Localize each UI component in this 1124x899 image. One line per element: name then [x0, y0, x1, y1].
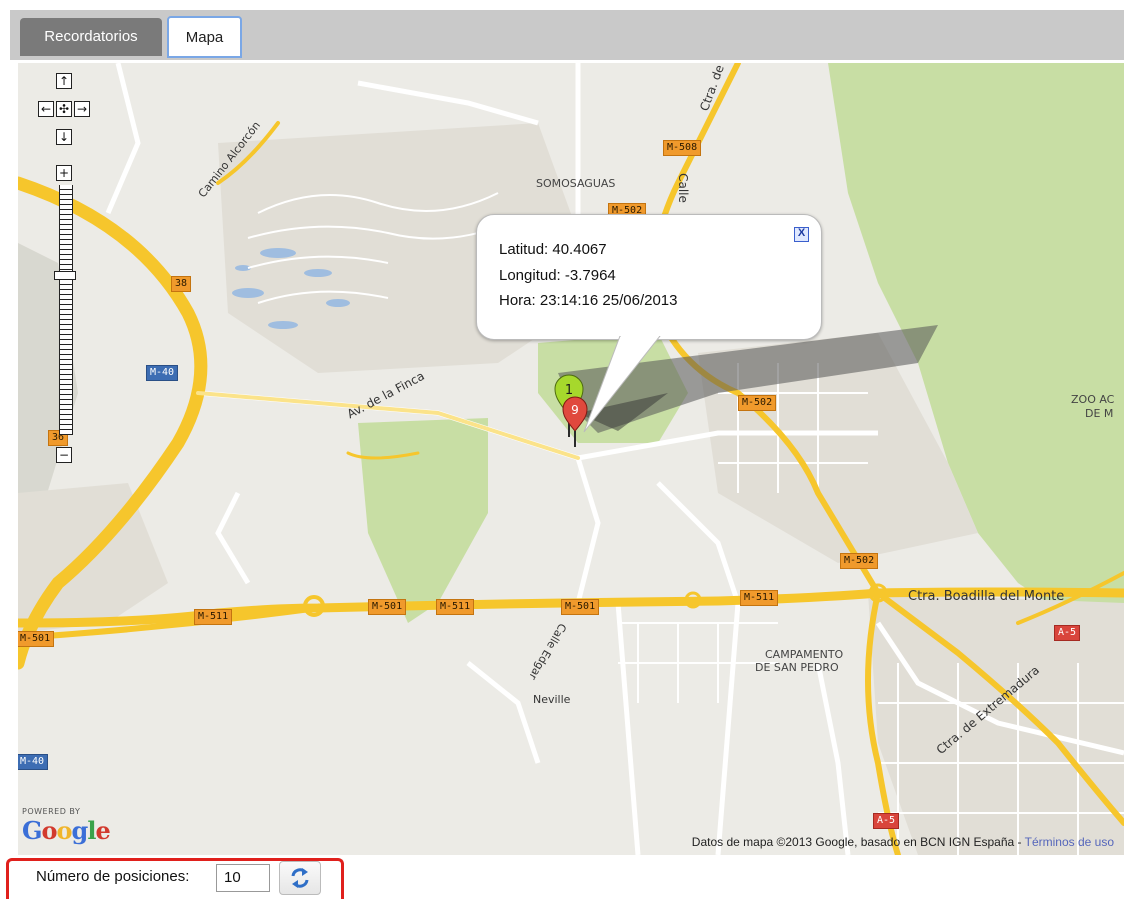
road-shield-m501: M-501 — [561, 599, 600, 615]
google-wordmark: Google — [22, 816, 111, 845]
popup-latitude: Latitud: 40.4067 — [499, 241, 607, 258]
terms-of-use-link[interactable]: Términos de uso — [1025, 835, 1114, 849]
road-shield-m511: M-511 — [194, 609, 233, 625]
street-label-ctra-boadilla: Ctra. Boadilla del Monte — [908, 589, 1065, 604]
refresh-icon — [291, 868, 309, 888]
map-attribution: Datos de mapa ©2013 Google, basado en BC… — [692, 835, 1114, 849]
zoom-out-button[interactable]: − — [56, 447, 72, 463]
place-label-somosaguas: SOMOSAGUAS — [536, 177, 616, 190]
road-shield-38: 38 — [171, 276, 192, 292]
pan-up-button[interactable]: ↑ — [56, 73, 72, 89]
positions-label: Número de posiciones: — [36, 868, 190, 885]
positions-input[interactable]: 10 — [216, 864, 270, 892]
powered-by-label: POWERED BY — [22, 807, 81, 816]
close-icon[interactable]: X — [794, 227, 809, 242]
popup-time: Hora: 23:14:16 25/06/2013 — [499, 292, 678, 309]
tab-mapa[interactable]: Mapa — [167, 16, 242, 58]
place-label-zoo-2: DE M — [1085, 407, 1114, 420]
zoom-slider-thumb[interactable] — [54, 271, 76, 280]
road-shield-m502: M-502 — [840, 553, 879, 569]
tab-recordatorios[interactable]: Recordatorios — [20, 18, 162, 56]
map-view[interactable]: SOMOSAGUAS CAMPAMENTO DE SAN PEDRO ZOO A… — [18, 63, 1124, 855]
place-label-campamento: CAMPAMENTO — [765, 648, 844, 661]
road-shield-m502: M-502 — [738, 395, 777, 411]
road-shield-m501: M-501 — [18, 631, 55, 647]
pan-right-button[interactable]: → — [74, 101, 90, 117]
attribution-text: Datos de mapa ©2013 Google, basado en BC… — [691, 835, 1025, 849]
popup-longitude: Longitud: -3.7964 — [499, 267, 616, 284]
road-shield-m511: M-511 — [436, 599, 475, 615]
pan-center-button[interactable]: ✣ — [56, 101, 72, 117]
road-shield-m501: M-501 — [368, 599, 407, 615]
road-shield-m511: M-511 — [740, 590, 779, 606]
refresh-button[interactable] — [279, 861, 321, 895]
tab-bar: Recordatorios Mapa — [10, 10, 1124, 60]
place-label-zoo: ZOO AC — [1071, 393, 1115, 406]
info-window-tail — [583, 336, 661, 433]
street-label-calle: Calle — [675, 173, 690, 203]
street-label-neville: Neville — [533, 693, 571, 706]
road-shield-a5: A-5 — [873, 813, 900, 829]
pan-left-button[interactable]: ← — [38, 101, 54, 117]
road-shield-m40: M-40 — [146, 365, 179, 381]
road-shield-m508: M-508 — [663, 140, 702, 156]
road-shield-m40: M-40 — [18, 754, 49, 770]
road-shield-a5: A-5 — [1054, 625, 1081, 641]
google-logo: POWERED BY Google — [22, 807, 111, 845]
marker-9-label: 9 — [571, 403, 579, 417]
zoom-in-button[interactable]: + — [56, 165, 72, 181]
place-label-san-pedro: DE SAN PEDRO — [755, 661, 839, 674]
zoom-slider[interactable] — [59, 185, 73, 435]
pan-down-button[interactable]: ↓ — [56, 129, 72, 145]
info-window: Latitud: 40.4067 Longitud: -3.7964 Hora:… — [476, 214, 822, 340]
